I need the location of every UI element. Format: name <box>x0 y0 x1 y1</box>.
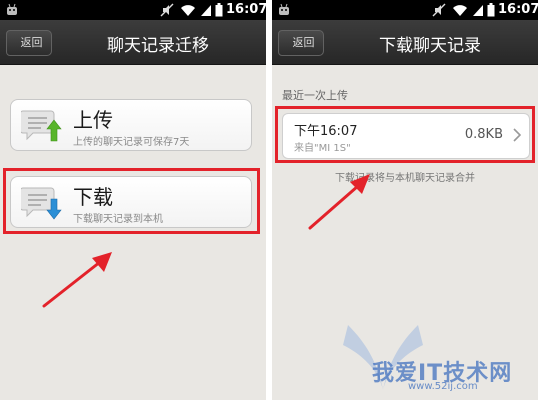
title-bar: 返回 下载聊天记录 <box>272 20 538 65</box>
highlight-box <box>275 106 535 163</box>
watermark-url: www.52ij.com <box>408 381 478 392</box>
android-app-icon <box>7 3 17 15</box>
highlight-box <box>3 168 260 234</box>
screen-chat-migration: 16:07 返回 聊天记录迁移 上传 上传的聊天记录可保存7天 下载 下载聊天记… <box>0 0 266 400</box>
battery-icon <box>487 3 495 17</box>
status-clock: 16:07 <box>498 2 538 17</box>
upload-title: 上传 <box>73 108 113 132</box>
upload-subtitle: 上传的聊天记录可保存7天 <box>73 137 190 148</box>
pointer-arrow-icon <box>42 252 112 308</box>
mute-icon <box>432 3 446 17</box>
status-clock: 16:07 <box>226 2 266 17</box>
signal-icon <box>473 5 483 16</box>
battery-icon <box>215 3 223 17</box>
wifi-icon <box>181 5 195 16</box>
upload-chat-icon <box>21 110 62 142</box>
page-title: 下载聊天记录 <box>379 36 481 56</box>
back-button-label: 返回 <box>20 36 43 49</box>
wifi-icon <box>453 5 467 16</box>
site-watermark: 我爱IT技术网 www.52ij.com <box>338 315 538 395</box>
page-title: 聊天记录迁移 <box>107 36 209 56</box>
back-button[interactable]: 返回 <box>278 30 324 56</box>
status-bar: 16:07 <box>272 0 538 20</box>
status-bar: 16:07 <box>0 0 266 20</box>
upload-option[interactable]: 上传 上传的聊天记录可保存7天 <box>10 99 252 151</box>
title-bar: 返回 聊天记录迁移 <box>0 20 266 65</box>
android-app-icon <box>279 3 289 15</box>
signal-icon <box>201 5 211 16</box>
section-label: 最近一次上传 <box>282 89 348 102</box>
pointer-arrow-icon <box>308 174 370 230</box>
back-button-label: 返回 <box>292 36 315 49</box>
mute-icon <box>160 3 174 17</box>
back-button[interactable]: 返回 <box>6 30 52 56</box>
